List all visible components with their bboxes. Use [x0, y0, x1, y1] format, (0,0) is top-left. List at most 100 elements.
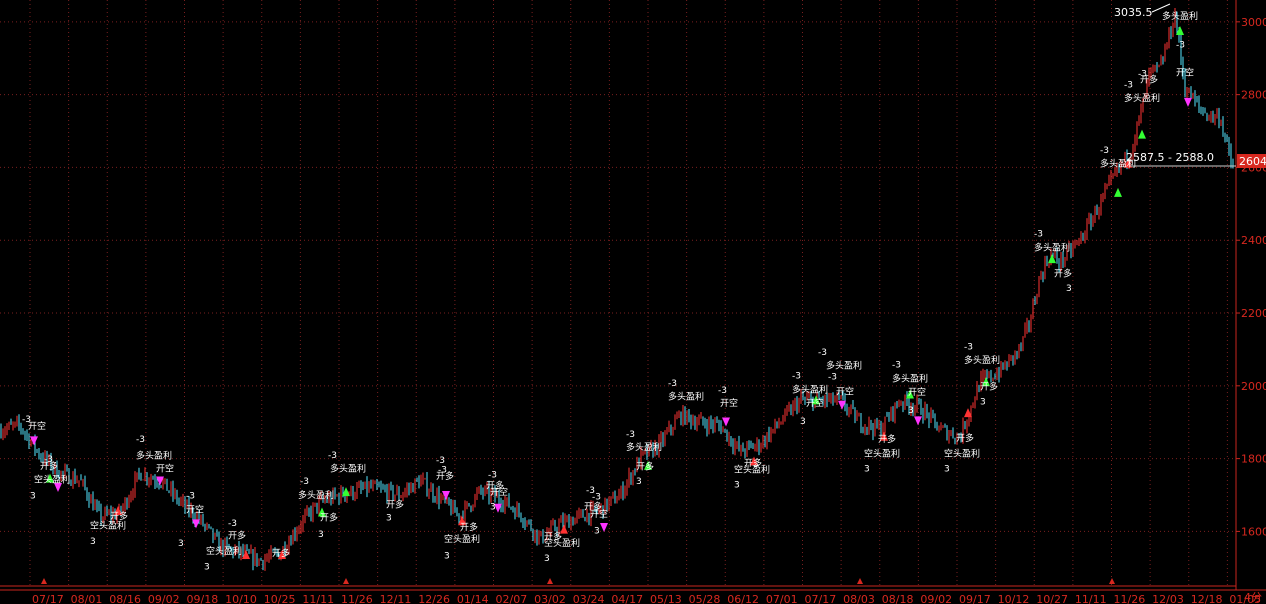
time-tick-label: 11/11 [302, 593, 334, 604]
signal-label: -3 [300, 477, 309, 487]
time-tick-label: 03/24 [573, 593, 605, 604]
price-tick-label: 2800 [1241, 89, 1266, 102]
time-tick-label: 11/26 [1114, 593, 1146, 604]
price-tick-label: 2000 [1241, 380, 1266, 393]
signal-label: 空头盈利 [944, 447, 980, 459]
signal-label: 3 [864, 464, 870, 474]
signal-label: 多头盈利 [298, 489, 334, 501]
time-tick-label: 08/01 [71, 593, 103, 604]
signal-label: -3 [792, 372, 801, 382]
signal-label: 多头盈利 [892, 372, 928, 384]
price-tick-label: 2400 [1241, 234, 1266, 247]
signal-label: 开多 [320, 511, 338, 523]
signal-label: -3 [228, 519, 237, 529]
signal-label: 3 [800, 417, 806, 427]
signal-label: 3 [204, 563, 210, 573]
signal-label: 空头盈利 [90, 519, 126, 531]
signal-label: 开多 [980, 380, 998, 392]
signal-label: 空头盈利 [734, 463, 770, 475]
high-price-label: 3035.5 [1114, 6, 1153, 19]
kline-chart: -3开空-3开多空头盈利3-3多头盈利开空开多空头盈利3-3开空3-3开多空头盈… [0, 0, 1266, 604]
range-label: 2587.5 - 2588.0 [1126, 151, 1214, 164]
signal-label: 3 [734, 481, 740, 491]
signal-label: -3 [626, 430, 635, 440]
time-tick-label: 07/17 [805, 593, 837, 604]
time-tick-label: 12/18 [1191, 593, 1223, 604]
signal-label: 3 [908, 406, 914, 416]
signal-label: -3 [818, 348, 827, 358]
signal-label: 3 [980, 398, 986, 408]
time-tick-label: 08/16 [109, 593, 141, 604]
signal-label: 空头盈利 [544, 537, 580, 549]
price-tick-label: 2200 [1241, 307, 1266, 320]
signal-label: 开多 [878, 433, 896, 445]
signal-label: 多头盈利 [330, 462, 366, 474]
time-tick-label: 08/18 [882, 593, 914, 604]
signal-label: 多头盈利 [668, 391, 704, 403]
signal-label: -3 [1138, 69, 1147, 79]
signal-label: 开多 [956, 432, 974, 444]
signal-label: 开多 [110, 510, 128, 522]
signal-label: 开空 [806, 397, 824, 409]
signal-label: 多头盈利 [826, 359, 862, 371]
signal-label: 开多 [386, 499, 404, 511]
signal-label: 开空 [590, 508, 608, 520]
time-tick-label: 03/02 [534, 593, 566, 604]
signal-label: 多头盈利 [964, 354, 1000, 366]
current-price-tag-label: 2604 [1239, 155, 1266, 168]
current-price-tag: 2604 [1237, 154, 1266, 168]
signal-label: -3 [328, 451, 337, 461]
signal-label: 开空 [720, 397, 738, 409]
signal-label: 空头盈利 [34, 473, 70, 485]
time-tick-label: 12/11 [380, 593, 412, 604]
time-tick-label: 09/18 [187, 593, 219, 604]
signal-label: 开多 [636, 461, 654, 473]
signal-label: 开多 [1054, 268, 1072, 280]
time-tick-label: 10/10 [225, 593, 257, 604]
signal-label: 多头盈利 [1034, 241, 1070, 253]
signal-label: 开空 [156, 462, 174, 474]
signal-label: 3 [944, 464, 950, 474]
period-corner-label: 4分 [1244, 591, 1262, 604]
signal-label: 空头盈利 [444, 533, 480, 545]
signal-label: -3 [488, 471, 497, 481]
signal-label: -3 [892, 361, 901, 371]
signal-label: 开空 [908, 386, 926, 398]
signal-label: 开多 [40, 460, 58, 472]
signal-label: 空头盈利 [864, 447, 900, 459]
signal-label: -3 [718, 386, 727, 396]
signal-label: 开空 [186, 503, 204, 515]
signal-label: 3 [636, 477, 642, 487]
signal-label: 开空 [1176, 67, 1194, 79]
time-tick-label: 10/27 [1036, 593, 1068, 604]
signal-label: 开多 [460, 521, 478, 533]
signal-label: 开多 [272, 547, 290, 559]
price-tick-label: 1800 [1241, 453, 1266, 466]
signal-label: -3 [186, 492, 195, 502]
signal-label: -3 [828, 372, 837, 382]
signal-label: 开多 [436, 470, 454, 482]
signal-label: 3 [30, 492, 36, 502]
time-tick-label: 10/12 [998, 593, 1030, 604]
time-tick-label: 09/02 [920, 593, 952, 604]
signal-label: 3 [444, 552, 450, 562]
signal-label: -3 [592, 492, 601, 502]
signal-label: 3 [594, 527, 600, 537]
signal-label: 多头盈利 [136, 450, 172, 462]
signal-label: 空头盈利 [206, 545, 242, 557]
time-tick-label: 09/02 [148, 593, 180, 604]
price-tick-label: 3000 [1241, 16, 1266, 29]
time-tick-label: 11/26 [341, 593, 373, 604]
time-tick-label: 05/28 [689, 593, 721, 604]
time-tick-label: 07/01 [766, 593, 798, 604]
signal-label: 3 [318, 530, 324, 540]
time-tick-label: 06/12 [727, 593, 759, 604]
signal-label: 3 [386, 513, 392, 523]
signal-label: 多头盈利 [626, 441, 662, 453]
time-tick-label: 05/13 [650, 593, 682, 604]
time-tick-label: 12/26 [418, 593, 450, 604]
signal-label: 3 [178, 539, 184, 549]
time-tick-label: 11/11 [1075, 593, 1107, 604]
signal-label: 多头盈利 [1162, 10, 1198, 22]
time-tick-label: 01/14 [457, 593, 489, 604]
